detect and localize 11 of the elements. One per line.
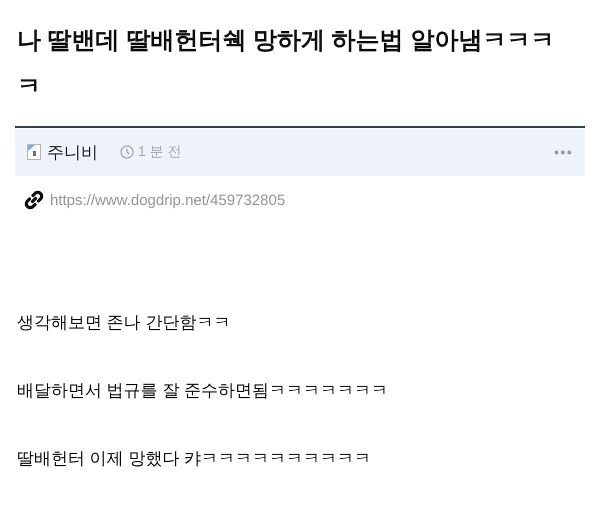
clock-icon <box>120 145 134 159</box>
post-url-link[interactable]: https://www.dogdrip.net/459732805 <box>50 192 286 208</box>
body-paragraph: 생각해보면 존나 간단함ㅋㅋ <box>17 312 232 334</box>
body-paragraph: 배달하면서 법규를 잘 준수하면됨ㅋㅋㅋㅋㅋㅋㅋ <box>17 380 390 402</box>
post-title: 나 딸밴데 딸배헌터쉑 망하게 하는법 알아냄ㅋㅋㅋㅋ <box>17 26 556 102</box>
avatar-icon <box>27 144 41 160</box>
link-icon <box>24 190 44 210</box>
post-time: 1 분 전 <box>138 143 182 161</box>
author-name[interactable]: 주니비 <box>47 140 98 164</box>
more-button[interactable]: ●●● <box>554 147 573 157</box>
body-paragraph: 딸배헌터 이제 망했다 캬ㅋㅋㅋㅋㅋㅋㅋㅋㅋㅋ <box>17 448 372 470</box>
